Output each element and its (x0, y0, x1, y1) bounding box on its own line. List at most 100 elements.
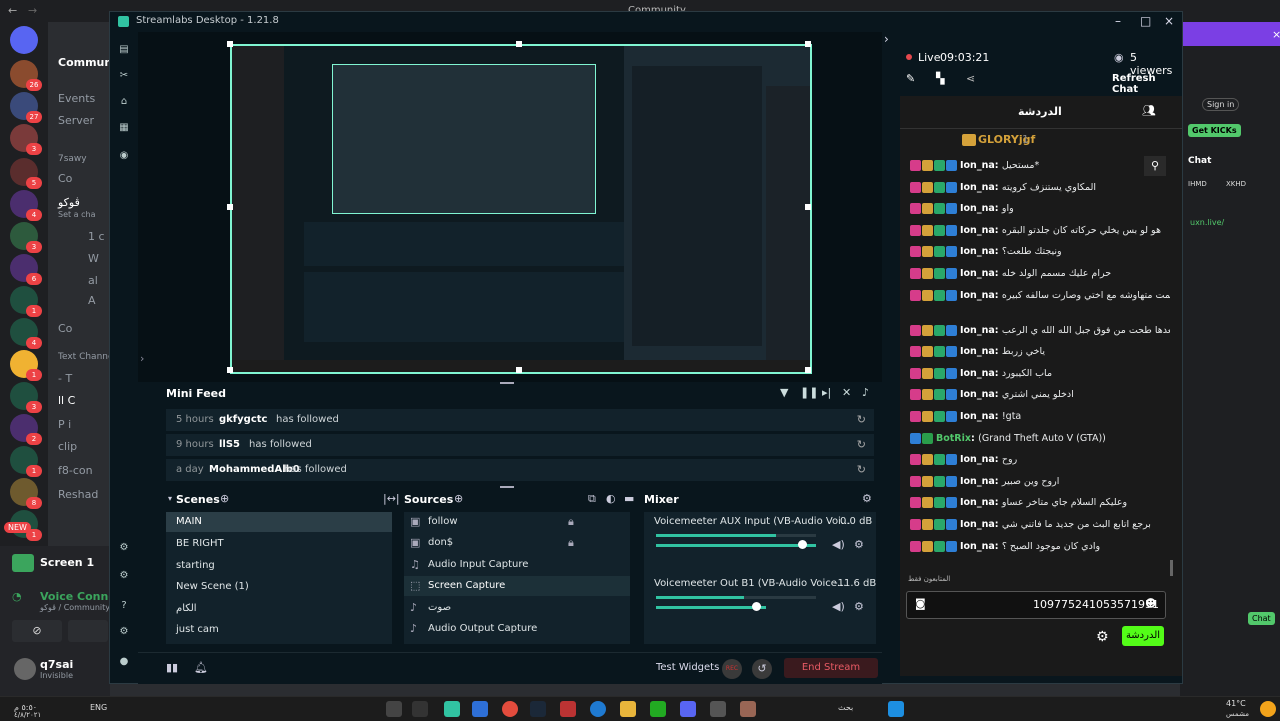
taskbar-search-label[interactable]: بحث (838, 703, 853, 712)
share-icon[interactable]: ⋖ (966, 72, 975, 85)
performance-icon[interactable]: ▮▮ (166, 661, 178, 674)
chat-username[interactable]: Ion_na (960, 389, 995, 400)
server-name[interactable]: Communi (58, 56, 110, 69)
profile-icon[interactable]: ● (118, 656, 130, 668)
pause-icon[interactable]: ❚❚ (800, 386, 818, 399)
refresh-chat-button[interactable]: Refresh Chat (1112, 73, 1182, 95)
chat-username[interactable]: Ion_na (960, 325, 995, 336)
taskbar-app-icon[interactable] (472, 701, 488, 717)
scene-item[interactable]: BE RIGHT (176, 538, 224, 549)
chat-username[interactable]: Ion_na (960, 203, 995, 214)
channel-item[interactable]: Co (58, 322, 72, 335)
replay-buffer-icon[interactable]: ↺ (752, 659, 772, 679)
guild-icon[interactable]: 4 (10, 318, 42, 349)
link-text[interactable]: uxn.live/ (1190, 218, 1224, 227)
emote-icon[interactable]: ◙ (915, 597, 926, 610)
resize-handle[interactable] (805, 367, 811, 373)
channel-item[interactable]: Events (58, 92, 95, 105)
chat-username[interactable]: Ion_na (960, 519, 995, 530)
maximize-icon[interactable]: □ (1140, 14, 1151, 28)
lock-icon[interactable]: 🔒︎ (568, 536, 574, 550)
taskbar-app-icon[interactable] (412, 701, 428, 717)
taskbar-app-icon[interactable] (560, 701, 576, 717)
record-button[interactable]: REC (722, 659, 742, 679)
resize-handle[interactable] (805, 204, 811, 210)
get-kicks-button[interactable]: Get KICKs (1188, 124, 1241, 137)
notifications-icon[interactable]: 🔔︎ (194, 661, 208, 674)
voice-member[interactable]: W (88, 252, 99, 265)
channel-settings-icon[interactable]: ⚙ (854, 538, 864, 551)
resize-handle[interactable] (227, 204, 233, 210)
chat-username[interactable]: Ion_na (960, 541, 995, 552)
stream-preview[interactable] (138, 32, 882, 382)
volume-slider[interactable] (656, 544, 816, 547)
source-item[interactable]: Audio Input Capture (428, 559, 528, 570)
volume-icon[interactable]: ♪ (862, 386, 869, 399)
speaker-mute-icon[interactable]: ◀) (832, 538, 845, 551)
guild-icon[interactable]: 3 (10, 124, 42, 155)
chat-username[interactable]: Ion_na (960, 476, 995, 487)
chat-username[interactable]: Ion_na (960, 290, 995, 301)
chat-username[interactable]: Ion_na (960, 454, 995, 465)
source-item[interactable]: صوت (428, 602, 451, 613)
guild-icon[interactable]: 1 (10, 446, 42, 477)
camera-off-icon[interactable]: ⊘ (12, 620, 62, 642)
chat-username[interactable]: Ion_na (960, 497, 995, 508)
forward-arrow-icon[interactable]: → (28, 4, 37, 17)
guild-icon[interactable]: 2 (10, 414, 42, 445)
chat-username[interactable]: Ion_na (960, 411, 995, 422)
channel-item[interactable]: clip (58, 440, 77, 453)
language-indicator[interactable]: ENG (90, 703, 107, 712)
chrome-icon[interactable] (502, 701, 518, 717)
record-icon[interactable]: ◉ (118, 150, 130, 162)
screen-share-button[interactable] (68, 620, 108, 642)
guild-icon[interactable]: 26 (10, 60, 42, 91)
end-stream-button[interactable]: End Stream (784, 658, 878, 678)
resize-handle[interactable] (227, 41, 233, 47)
channel-item[interactable]: f8-con (58, 464, 93, 477)
streamlabs-taskbar-icon[interactable] (444, 701, 460, 717)
chat-send-button[interactable]: Chat (1248, 612, 1275, 625)
edit-icon[interactable]: ✎ (906, 72, 915, 85)
close-icon[interactable]: × (1164, 14, 1174, 28)
settings-icon[interactable]: ⚙ (118, 626, 130, 638)
source-item[interactable]: Screen Capture (428, 580, 505, 591)
scene-transition-icon[interactable]: |↔| (383, 492, 400, 505)
test-widgets-button[interactable]: Test Widgets (656, 662, 719, 673)
discord-home-icon[interactable] (10, 26, 38, 54)
voice-member[interactable]: al (88, 274, 98, 287)
add-source-icon[interactable]: ⊕ (454, 492, 463, 505)
studio-mode-icon[interactable]: ⚙ (118, 542, 130, 554)
guild-icon[interactable]: 1 (10, 350, 42, 381)
source-item[interactable]: Audio Output Capture (428, 623, 537, 634)
scene-item[interactable]: New Scene (1) (176, 581, 249, 592)
store-icon[interactable]: ⌂ (118, 96, 130, 108)
lock-icon[interactable]: 🔒︎ (568, 515, 574, 529)
sign-in-button[interactable]: Sign in (1202, 98, 1240, 111)
guild-icon[interactable]: 4 (10, 190, 42, 221)
users-icon[interactable]: 👥︎ (1142, 104, 1156, 117)
channel-item[interactable]: ll C (58, 394, 75, 407)
chat-username[interactable]: Ion_na (960, 368, 995, 379)
chat-username[interactable]: BotRix (936, 433, 971, 444)
add-scene-icon[interactable]: ⊕ (220, 492, 229, 505)
channel-settings-icon[interactable]: ⚙ (854, 600, 864, 613)
collapse-left-icon[interactable]: › (140, 352, 144, 365)
chat-send-button[interactable]: الدردشة (1122, 626, 1164, 646)
channel-item[interactable]: P i (58, 418, 71, 431)
resize-handle[interactable] (805, 41, 811, 47)
guild-icon[interactable]: 6 (10, 254, 42, 285)
repeat-alert-icon[interactable]: ↻ (857, 409, 866, 431)
back-arrow-icon[interactable]: ← (8, 4, 17, 17)
channel-item[interactable]: ڤوكو (58, 196, 80, 209)
resize-handle[interactable] (516, 41, 522, 47)
guild-icon[interactable]: 3 (10, 382, 42, 413)
guild-icon[interactable]: 8 (10, 478, 42, 509)
volume-slider-knob[interactable] (752, 602, 761, 611)
scene-item[interactable]: starting (176, 560, 215, 571)
speaker-mute-icon[interactable]: ◀) (832, 600, 845, 613)
channel-item[interactable]: Co (58, 172, 72, 185)
resize-handle[interactable] (516, 367, 522, 373)
chat-username[interactable]: Ion_na (960, 160, 995, 171)
layout-icon[interactable]: ⚙ (118, 570, 130, 582)
